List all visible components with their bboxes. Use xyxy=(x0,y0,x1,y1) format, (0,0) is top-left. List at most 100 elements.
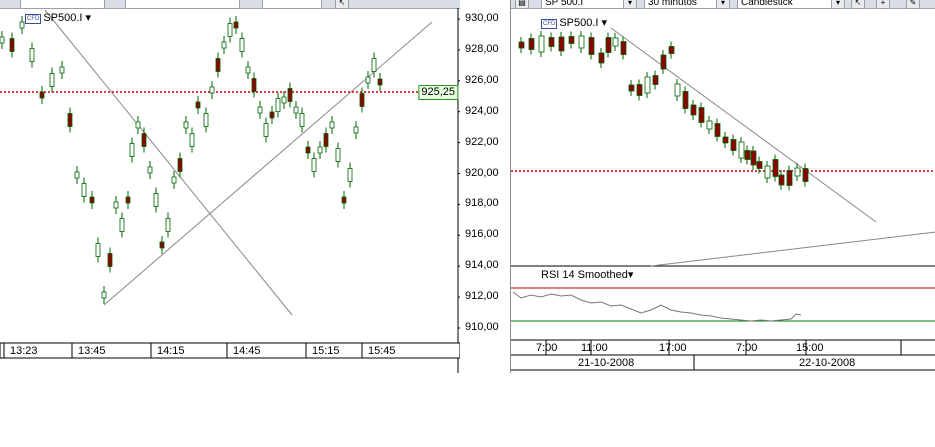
candle-body xyxy=(281,96,287,104)
left-y-tick-label: 914,00 xyxy=(465,259,499,272)
current-price-badge: 925,25 xyxy=(418,85,458,100)
left-y-tick-label: 924,00 xyxy=(465,104,499,117)
candle-body xyxy=(750,150,757,166)
right-x-tick-label: 17:00 xyxy=(659,342,687,354)
candle-body xyxy=(706,120,713,130)
candle-body xyxy=(221,41,227,49)
chevron-down-icon[interactable]: ▾ xyxy=(86,12,92,24)
candle-body xyxy=(299,113,305,127)
left-x-tick-label: 15:15 xyxy=(312,345,340,357)
candle-body xyxy=(518,41,525,49)
candle-body xyxy=(528,38,535,50)
candle-body xyxy=(644,76,651,94)
candle-body xyxy=(29,48,35,62)
candle-body xyxy=(353,126,359,134)
candle-body xyxy=(660,54,667,70)
candle-body xyxy=(165,218,171,232)
candle-body xyxy=(293,106,299,114)
trendline-up xyxy=(103,21,433,306)
right-x-tick-label: 15:00 xyxy=(796,342,824,354)
candle-body xyxy=(257,106,263,114)
candle-body xyxy=(251,78,257,92)
left-y-tick-label: 922,00 xyxy=(465,135,499,148)
candle-body xyxy=(764,165,771,179)
candle-body xyxy=(171,176,177,184)
left-x-tick-label: 14:15 xyxy=(157,345,185,357)
right-symbol-label[interactable]: CFD SP500.I ▾ xyxy=(541,16,607,29)
rsi-label-text: RSI 14 Smoothed xyxy=(541,269,628,281)
candle-body xyxy=(578,35,585,49)
candle-body xyxy=(95,243,101,257)
candle-body xyxy=(335,148,341,162)
left-y-tick-label: 912,00 xyxy=(465,290,499,303)
candle-body xyxy=(738,141,745,159)
candle-body xyxy=(209,86,215,94)
candle-body xyxy=(786,170,793,186)
candle-body xyxy=(287,88,293,102)
candle-body xyxy=(129,143,135,157)
candle-body xyxy=(305,146,311,154)
candle-body xyxy=(269,111,275,119)
candle-body xyxy=(19,21,25,29)
candle-body xyxy=(690,104,697,116)
chevron-down-icon[interactable]: ▾ xyxy=(602,17,608,29)
candle-body xyxy=(341,196,347,204)
candle-body xyxy=(568,36,575,44)
candle-body xyxy=(636,84,643,96)
chevron-down-icon[interactable]: ▾ xyxy=(628,269,634,281)
left-x-tick-label: 13:23 xyxy=(10,345,38,357)
cfd-badge: CFD xyxy=(25,14,42,24)
candle-body xyxy=(183,121,189,129)
candle-body xyxy=(317,146,323,154)
left-y-tick-label: 926,00 xyxy=(465,73,499,86)
candle-body xyxy=(203,113,209,127)
left-chart-canvas[interactable] xyxy=(0,0,460,373)
candle-body xyxy=(628,84,635,92)
right-chart-canvas[interactable] xyxy=(511,0,935,373)
candle-body xyxy=(612,37,619,47)
candle-body xyxy=(74,171,80,179)
candle-body xyxy=(714,123,721,137)
candle-body xyxy=(329,121,335,129)
left-x-tick-label: 14:45 xyxy=(233,345,261,357)
trendline-down xyxy=(610,27,877,223)
left-symbol-text: SP500.I xyxy=(43,12,83,24)
left-y-tick-label: 910,00 xyxy=(465,321,499,333)
candle-body xyxy=(668,46,675,54)
candle-body xyxy=(89,196,95,204)
candle-body xyxy=(135,121,141,129)
left-y-tick-label: 920,00 xyxy=(465,166,499,179)
right-x-tick-label: 7:00 xyxy=(736,342,758,354)
candle-body xyxy=(730,139,737,151)
left-y-tick-label: 930,00 xyxy=(465,12,499,24)
candle-body xyxy=(153,193,159,207)
candle-body xyxy=(59,66,65,74)
candle-body xyxy=(49,73,55,87)
candle-body xyxy=(620,41,627,55)
candle-body xyxy=(778,174,785,186)
candle-body xyxy=(371,58,377,72)
candle-body xyxy=(233,21,239,29)
candle-body xyxy=(189,133,195,147)
candle-body xyxy=(263,123,269,137)
left-y-tick-label: 928,00 xyxy=(465,42,499,55)
candle-body xyxy=(794,167,801,177)
trendline-down xyxy=(44,9,293,316)
candle-body xyxy=(558,36,565,52)
cfd-badge: CFD xyxy=(541,19,558,29)
candle-body xyxy=(0,36,5,44)
candle-body xyxy=(605,37,612,53)
right-date-label: 21-10-2008 xyxy=(578,357,635,369)
candle-body xyxy=(141,133,147,147)
candle-body xyxy=(147,166,153,174)
candle-body xyxy=(682,91,689,109)
left-y-tick-label: 918,00 xyxy=(465,197,499,210)
left-symbol-label[interactable]: CFD SP500.I ▾ xyxy=(25,11,91,24)
rsi-indicator-label[interactable]: RSI 14 Smoothed▾ xyxy=(541,268,633,281)
left-chart-panel[interactable]: ↖ CFD SP500.I ▾ 930,00 928,00 926,00 924,00 9… xyxy=(0,0,499,373)
candle-body xyxy=(159,241,165,249)
right-chart-panel[interactable]: ▤ SP 500.I ▾ 30 minutos ▾ Candlestick ▾ … xyxy=(510,0,935,373)
right-x-tick-label: 11:00 xyxy=(581,342,608,354)
right-date-label: 22-10-2008 xyxy=(799,357,856,369)
candle-body xyxy=(239,38,245,52)
